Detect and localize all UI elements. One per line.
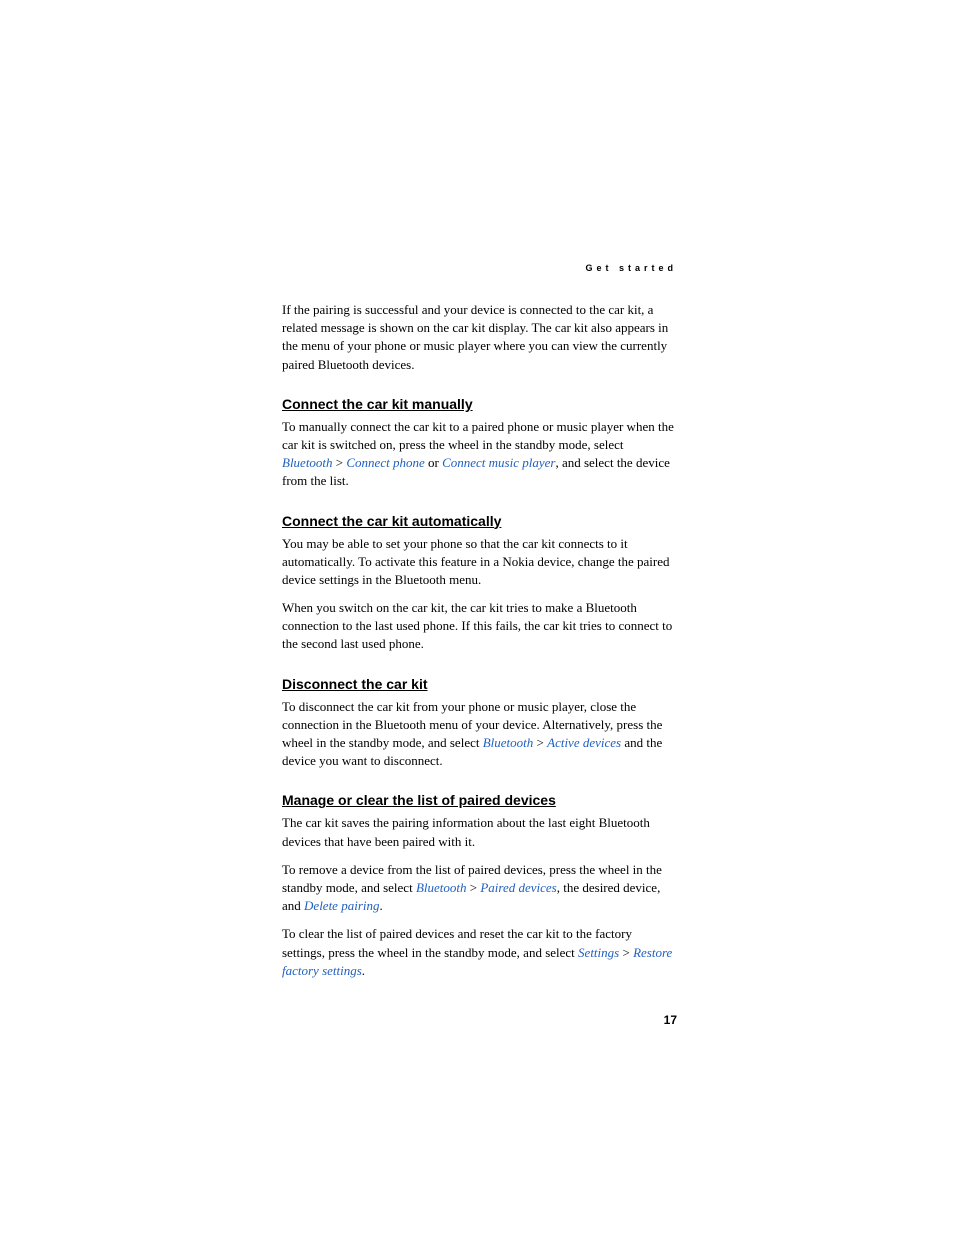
- heading-connect-auto: Connect the car kit automatically: [282, 513, 677, 529]
- sep: >: [333, 455, 347, 470]
- text: .: [362, 963, 365, 978]
- heading-connect-manually: Connect the car kit manually: [282, 396, 677, 412]
- sep: >: [533, 735, 547, 750]
- heading-disconnect: Disconnect the car kit: [282, 676, 677, 692]
- menu-bluetooth: Bluetooth: [282, 455, 333, 470]
- text: or: [425, 455, 442, 470]
- menu-connect-phone: Connect phone: [346, 455, 424, 470]
- text: To manually connect the car kit to a pai…: [282, 419, 674, 452]
- para-connect-manually: To manually connect the car kit to a pai…: [282, 418, 677, 491]
- menu-paired-devices: Paired devices: [480, 880, 556, 895]
- para-manage-1: The car kit saves the pairing informatio…: [282, 814, 677, 850]
- para-manage-2: To remove a device from the list of pair…: [282, 861, 677, 916]
- page-content: Get started If the pairing is successful…: [282, 263, 677, 990]
- para-disconnect: To disconnect the car kit from your phon…: [282, 698, 677, 771]
- para-auto-2: When you switch on the car kit, the car …: [282, 599, 677, 654]
- menu-active-devices: Active devices: [547, 735, 621, 750]
- page-number: 17: [664, 1013, 677, 1027]
- heading-manage-list: Manage or clear the list of paired devic…: [282, 792, 677, 808]
- menu-connect-music: Connect music player: [442, 455, 555, 470]
- intro-paragraph: If the pairing is successful and your de…: [282, 301, 677, 374]
- sep: >: [619, 945, 633, 960]
- running-header: Get started: [282, 263, 677, 273]
- para-manage-3: To clear the list of paired devices and …: [282, 925, 677, 980]
- menu-bluetooth: Bluetooth: [483, 735, 534, 750]
- text: .: [380, 898, 383, 913]
- menu-bluetooth: Bluetooth: [416, 880, 467, 895]
- sep: >: [466, 880, 480, 895]
- menu-settings: Settings: [578, 945, 619, 960]
- menu-delete-pairing: Delete pairing: [304, 898, 379, 913]
- para-auto-1: You may be able to set your phone so tha…: [282, 535, 677, 590]
